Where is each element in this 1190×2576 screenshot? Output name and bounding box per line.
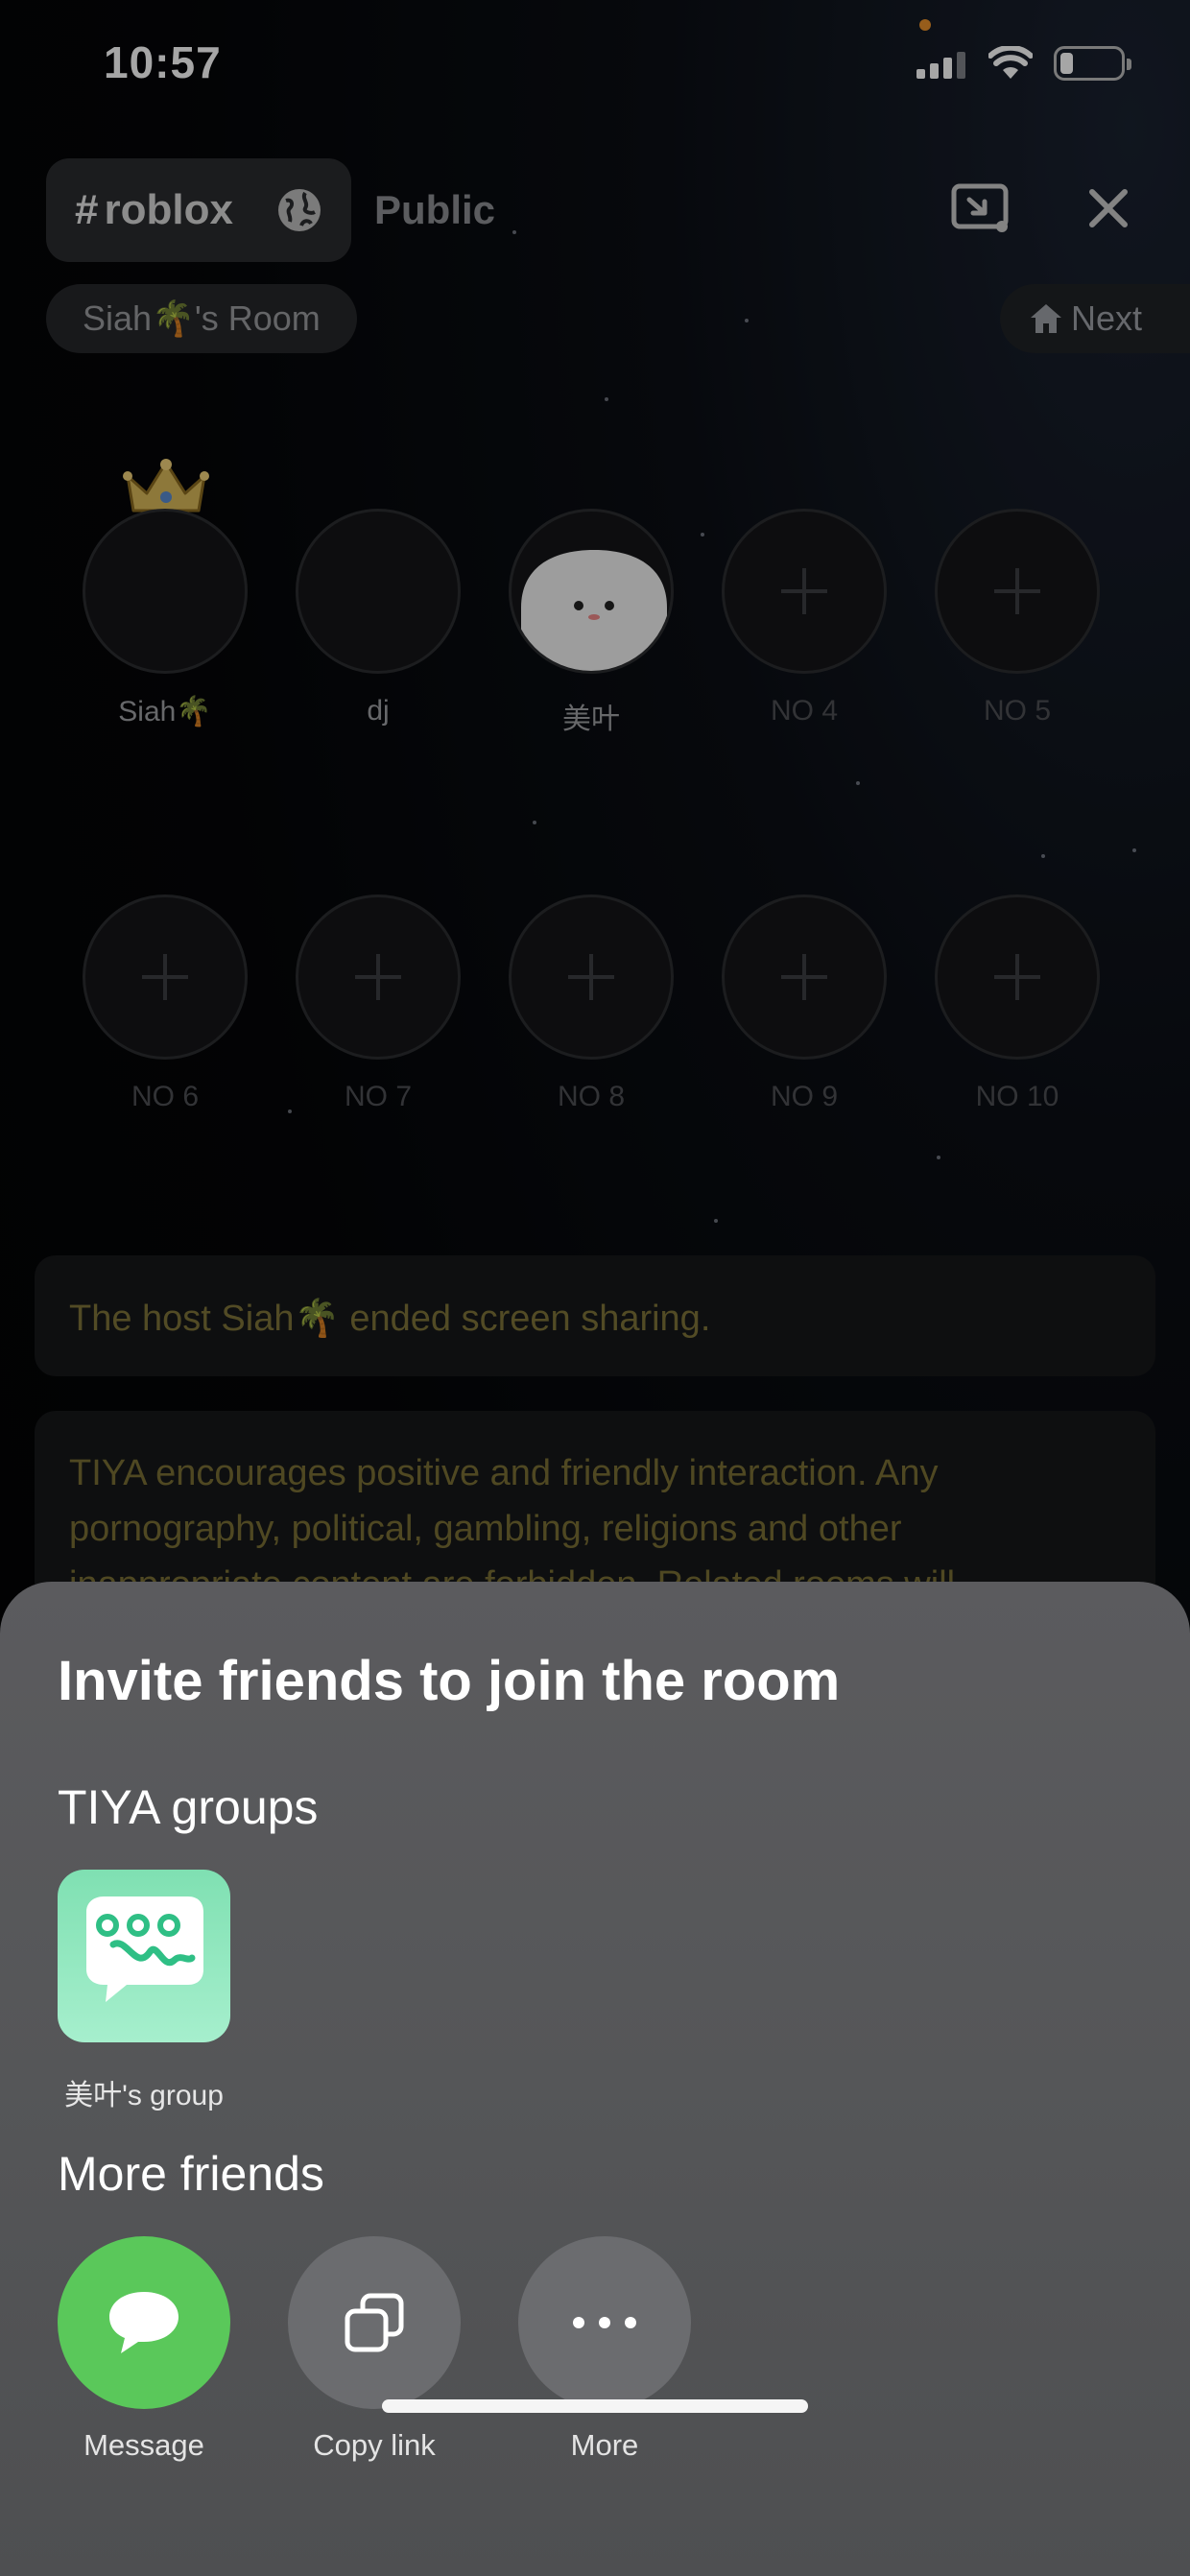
more-dots-icon [573, 2317, 636, 2328]
more-share-label: More [570, 2428, 639, 2462]
friends-section-title: More friends [58, 2147, 324, 2201]
share-message-circle [58, 2236, 230, 2409]
group-chat-icon [58, 1870, 230, 2042]
share-message-label: Message [83, 2428, 204, 2462]
group-label: 美叶's group [64, 2080, 224, 2111]
home-indicator[interactable] [382, 2399, 808, 2413]
copy-link-label: Copy link [313, 2428, 436, 2462]
more-share-circle [518, 2236, 691, 2409]
copy-icon [345, 2293, 404, 2352]
chat-bubble-icon [109, 2292, 178, 2353]
more-share-button[interactable]: More [518, 2236, 691, 2463]
groups-section-title: TIYA groups [58, 1780, 319, 1834]
share-message-button[interactable]: Message [58, 2236, 230, 2463]
group-item[interactable]: 美叶's group [58, 1870, 230, 2111]
invite-sheet: Invite friends to join the room TIYA gro… [0, 1582, 1190, 2576]
copy-link-circle [288, 2236, 461, 2409]
sheet-title: Invite friends to join the room [58, 1650, 841, 1712]
copy-link-button[interactable]: Copy link [288, 2236, 461, 2463]
